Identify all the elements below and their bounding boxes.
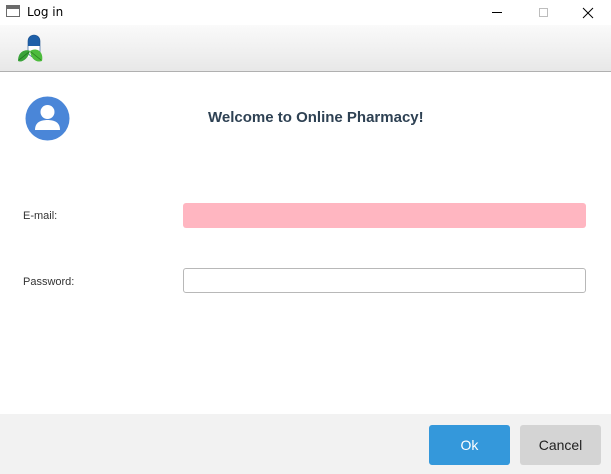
user-avatar-icon	[25, 96, 70, 141]
close-icon	[582, 7, 594, 18]
welcome-heading: Welcome to Online Pharmacy!	[208, 109, 424, 126]
minimize-icon	[492, 12, 502, 13]
cancel-button[interactable]: Cancel	[520, 425, 601, 465]
login-window: Log in Welcome to Online Pharmacy! E-mai…	[0, 0, 611, 474]
ok-button[interactable]: Ok	[429, 425, 510, 465]
email-label: E-mail:	[23, 210, 58, 222]
pharmacy-logo-icon[interactable]	[14, 33, 48, 67]
password-field[interactable]	[183, 268, 586, 293]
window-title: Log in	[27, 5, 64, 19]
password-label: Password:	[23, 276, 75, 288]
maximize-button[interactable]	[520, 0, 566, 25]
toolbar	[0, 25, 611, 72]
minimize-button[interactable]	[474, 0, 520, 25]
close-button[interactable]	[565, 0, 611, 25]
email-field[interactable]	[183, 203, 586, 228]
window-app-icon	[6, 5, 20, 17]
maximize-icon	[538, 8, 548, 17]
button-bar: Ok Cancel	[0, 414, 611, 474]
title-bar: Log in	[0, 0, 611, 25]
